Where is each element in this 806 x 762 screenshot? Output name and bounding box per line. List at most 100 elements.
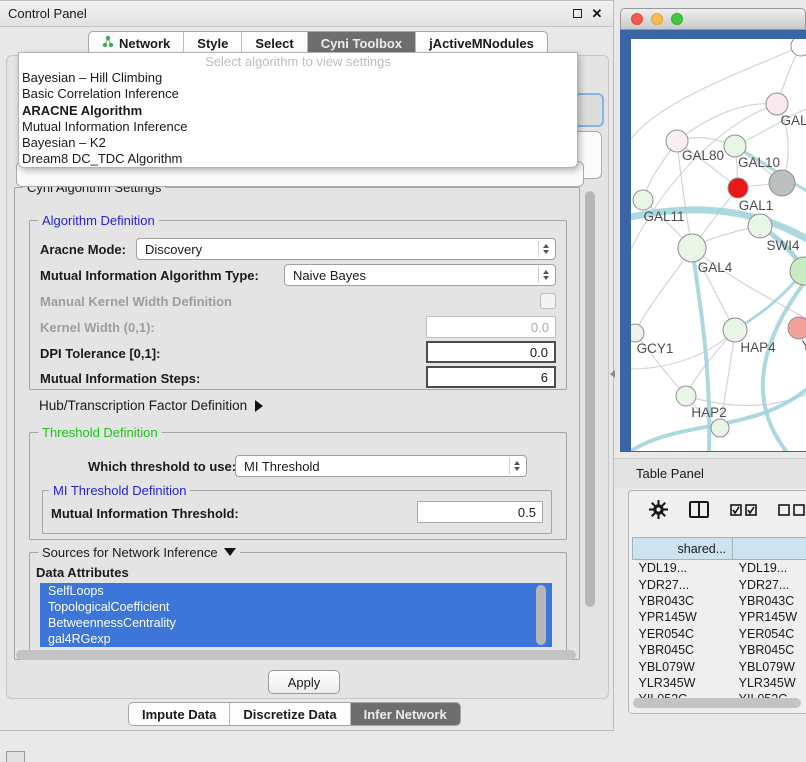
tab-label: Network (119, 36, 170, 51)
minimize-window-button[interactable] (651, 13, 663, 25)
data-attributes-label: Data Attributes (36, 565, 129, 580)
column-layout-button[interactable] (689, 501, 709, 523)
column-header-name[interactable]: name (733, 538, 806, 560)
control-panel-window: Control Panel ✕ Network Style SelectCyni T… (0, 0, 614, 731)
tab-select[interactable]: Select (242, 32, 307, 54)
zoom-window-button[interactable] (671, 13, 683, 25)
algorithm-option-bayesian-hill-climbing[interactable]: Bayesian – Hill Climbing (19, 70, 577, 86)
kernel-width-field[interactable]: 0.0 (426, 316, 556, 338)
network-node-gal1[interactable] (728, 178, 748, 198)
checked-boxes-icon (730, 504, 757, 516)
data-attributes-list[interactable]: SelfLoopsTopologicalCoefficientBetweenne… (40, 583, 552, 647)
sources-group-title[interactable]: Sources for Network Inference (38, 545, 240, 560)
network-graph: GALGAL80GAL10GAL1GAL11SWI4GAL4GCY1HAP4YH… (631, 39, 806, 451)
tab-style[interactable]: Style (184, 32, 242, 54)
network-node-gcy1[interactable] (631, 324, 644, 342)
table-row[interactable]: YPR145WYPR145W9. (633, 609, 806, 625)
close-panel-button[interactable]: ✕ (589, 6, 605, 22)
algorithm-option-aracne-algorithm[interactable]: ARACNE Algorithm (19, 103, 577, 119)
spinner-arrows-icon (509, 458, 524, 474)
settings-horizontal-scrollbar[interactable] (16, 650, 576, 660)
table-cell: YBL079W (633, 658, 733, 674)
algorithm-definition-title: Algorithm Definition (38, 213, 159, 228)
aracne-mode-combobox[interactable]: Discovery (136, 238, 556, 260)
mi-threshold-field[interactable]: 0.5 (417, 501, 543, 523)
table-row[interactable]: YBR045CYBR045C9. (633, 642, 806, 658)
network-node-swi4[interactable] (748, 214, 772, 238)
mi-type-combobox[interactable]: Naive Bayes (284, 264, 556, 286)
network-focus-frame: GALGAL80GAL10GAL1GAL11SWI4GAL4GCY1HAP4YH… (620, 30, 806, 452)
network-node[interactable] (711, 419, 729, 437)
network-node-gal10[interactable] (724, 135, 746, 157)
network-window-titlebar[interactable] (620, 8, 806, 30)
network-node-gal[interactable] (766, 93, 788, 115)
node-label: GAL80 (682, 148, 724, 163)
float-window-button[interactable] (569, 6, 585, 22)
network-canvas[interactable]: GALGAL80GAL10GAL1GAL11SWI4GAL4GCY1HAP4YH… (631, 39, 806, 451)
algorithm-placeholder: Select algorithm to view settings (19, 54, 577, 70)
attribute-item-selfloops[interactable]: SelfLoops (40, 583, 552, 599)
tab-discretize-data[interactable]: Discretize Data (230, 703, 350, 725)
node-label: GAL4 (698, 260, 733, 275)
gear-icon (649, 500, 668, 519)
close-window-button[interactable] (631, 13, 643, 25)
table-row[interactable]: YDL19...YDL19...13 (633, 560, 806, 577)
table-cell: YER054C (633, 626, 733, 642)
network-node[interactable] (791, 39, 806, 56)
table-row[interactable]: YBL079WYBL079W (633, 658, 806, 674)
table-row[interactable]: YER054CYER054C8. (633, 626, 806, 642)
tab-label: jActiveMNodules (429, 36, 534, 51)
manual-kernel-label: Manual Kernel Width Definition (40, 294, 232, 309)
dpi-tolerance-field[interactable]: 0.0 (426, 341, 556, 363)
hub-definition-toggle[interactable]: Hub/Transcription Factor Definition (39, 398, 263, 413)
tab-infer-network[interactable]: Infer Network (351, 703, 460, 725)
table-cell: YBR043C (633, 593, 733, 609)
attribute-item-gal4rgexp[interactable]: gal4RGexp (40, 631, 552, 647)
tab-cyni-toolbox[interactable]: Cyni Toolbox (308, 32, 416, 54)
table-horizontal-scrollbar[interactable] (633, 698, 801, 708)
node-attribute-table[interactable]: shared...nameA YDL19...YDL19...13YDR27..… (632, 537, 806, 708)
table-row[interactable]: YDR27...YDR27...12 (633, 576, 806, 592)
collapsed-panel-icon[interactable] (6, 751, 25, 762)
tab-label: Discretize Data (243, 707, 336, 722)
manual-kernel-checkbox[interactable] (540, 293, 556, 309)
tab-impute-data[interactable]: Impute Data (129, 703, 230, 725)
table-header-row[interactable]: shared...nameA (633, 538, 806, 560)
tab-jactivemnodules[interactable]: jActiveMNodules (416, 32, 547, 54)
deselect-all-columns-button[interactable] (778, 503, 805, 521)
node-label: GCY1 (637, 341, 674, 356)
splitter-handle[interactable] (610, 370, 615, 378)
network-node-gal4[interactable] (678, 234, 706, 262)
table-cell: YBR043C (733, 593, 806, 609)
attribute-item-topologicalcoefficient[interactable]: TopologicalCoefficient (40, 599, 552, 615)
algorithm-option-basic-correlation-inference[interactable]: Basic Correlation Inference (19, 86, 577, 102)
network-node-hap4[interactable] (723, 318, 747, 342)
tab-label: Style (197, 36, 228, 51)
network-node[interactable] (769, 170, 795, 196)
algorithm-option-bayesian-k2[interactable]: Bayesian – K2 (19, 135, 577, 151)
table-cell: YDL19... (633, 560, 733, 577)
table-row[interactable]: YBR043CYBR043C (633, 593, 806, 609)
network-node-gal11[interactable] (633, 190, 653, 210)
select-all-columns-button[interactable] (730, 503, 757, 521)
settings-panel-scrollbar[interactable] (585, 191, 595, 607)
algorithm-option-dream8-dc-tdc-algorithm[interactable]: Dream8 DC_TDC Algorithm (19, 151, 577, 167)
which-threshold-combobox[interactable]: MI Threshold (235, 455, 527, 477)
columns-icon (689, 501, 709, 518)
kernel-width-label: Kernel Width (0,1): (40, 320, 155, 335)
network-node[interactable] (790, 257, 806, 285)
apply-button[interactable]: Apply (268, 670, 340, 694)
algorithm-option-mutual-information-inference[interactable]: Mutual Information Inference (19, 119, 577, 135)
settings-gear-button[interactable] (649, 500, 668, 524)
table-row[interactable]: YLR345WYLR345W9. (633, 675, 806, 691)
mi-steps-field[interactable]: 6 (426, 366, 556, 388)
collapsed-arrow-icon (255, 400, 263, 412)
panel-title: Control Panel (8, 6, 565, 21)
network-node-y[interactable] (788, 317, 806, 339)
attribute-item-betweennesscentrality[interactable]: BetweennessCentrality (40, 615, 552, 631)
which-threshold-label: Which threshold to use: (88, 459, 236, 474)
tab-network[interactable]: Network (89, 32, 184, 54)
attributes-list-scrollbar[interactable] (536, 585, 546, 645)
network-node-hap2[interactable] (676, 386, 696, 406)
column-header-shared-[interactable]: shared... (633, 538, 733, 560)
